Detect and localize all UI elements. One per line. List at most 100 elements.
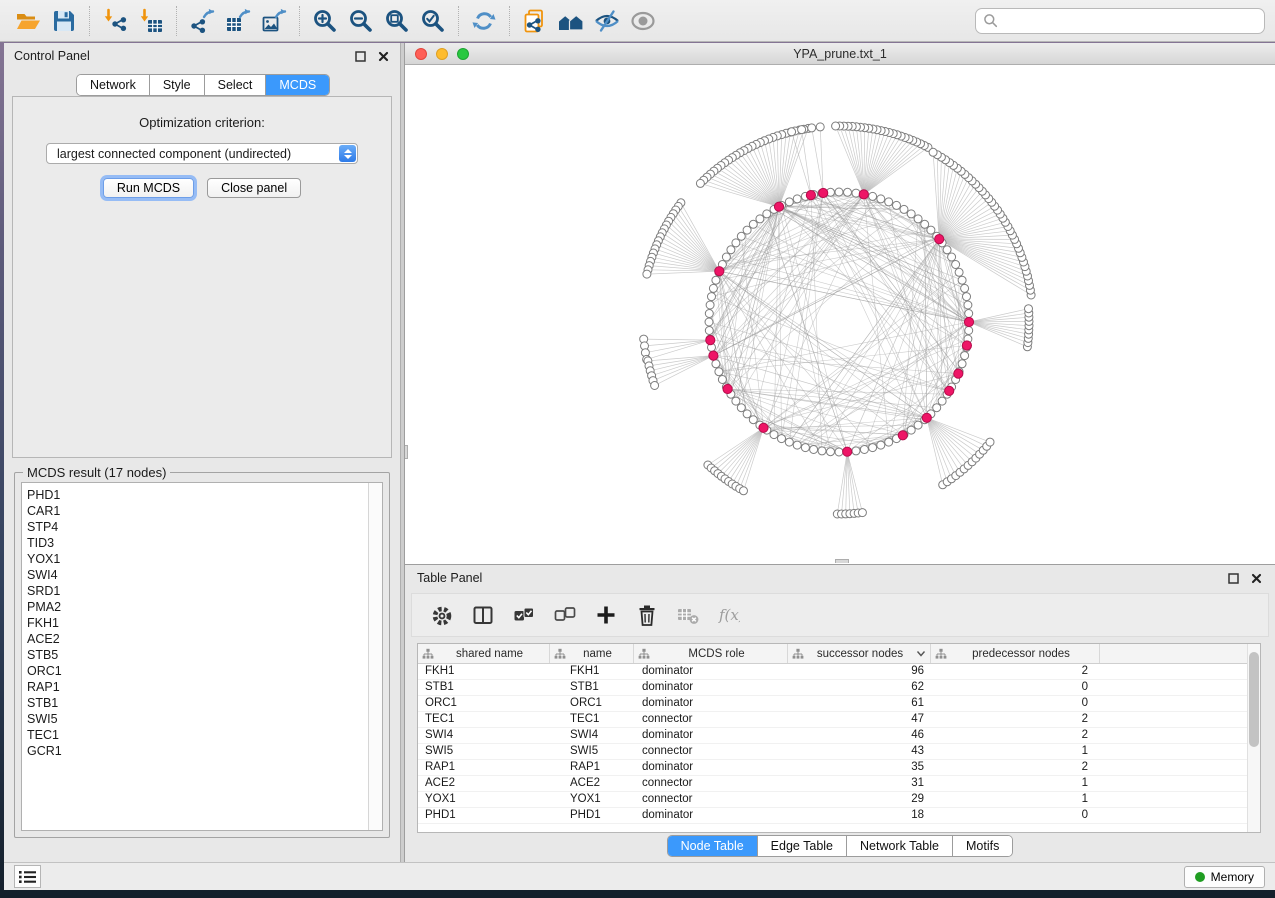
duplicate-network-button[interactable] <box>517 4 553 38</box>
network-node[interactable] <box>798 126 806 134</box>
table-row[interactable]: TEC1TEC1connector472 <box>418 712 1260 728</box>
cell-name[interactable]: ACE2 <box>550 776 634 791</box>
mcds-hub-node[interactable] <box>715 267 724 276</box>
table-row[interactable]: SWI4SWI4dominator462 <box>418 728 1260 744</box>
network-node[interactable] <box>914 215 922 223</box>
close-panel-icon[interactable] <box>376 49 390 63</box>
cell-predecessors[interactable]: 0 <box>931 808 1100 823</box>
mcds-hub-node[interactable] <box>962 341 971 350</box>
network-node[interactable] <box>961 284 969 292</box>
cell-successors[interactable]: 46 <box>788 728 931 743</box>
network-node[interactable] <box>965 310 973 318</box>
cell-name[interactable]: FKH1 <box>550 664 634 679</box>
network-node[interactable] <box>737 404 745 412</box>
cell-name[interactable]: YOX1 <box>550 792 634 807</box>
mcds-hub-node[interactable] <box>806 191 815 200</box>
mcds-result-item[interactable]: ACE2 <box>27 631 367 647</box>
cell-successors[interactable]: 35 <box>788 760 931 775</box>
network-node[interactable] <box>869 192 877 200</box>
network-node[interactable] <box>712 360 720 368</box>
mcds-result-item[interactable]: STP4 <box>27 519 367 535</box>
zoom-out-button[interactable] <box>343 4 379 38</box>
mcds-hub-node[interactable] <box>945 386 954 395</box>
mcds-hub-node[interactable] <box>723 384 732 393</box>
cell-shared_name[interactable]: PHD1 <box>418 808 550 823</box>
network-node[interactable] <box>835 448 843 456</box>
mcds-result-item[interactable]: SWI5 <box>27 711 367 727</box>
column-header-name[interactable]: name <box>550 644 634 663</box>
mcds-hub-node[interactable] <box>935 235 944 244</box>
network-node[interactable] <box>743 226 751 234</box>
cell-predecessors[interactable]: 2 <box>931 728 1100 743</box>
horizontal-splitter-handle[interactable] <box>835 559 849 563</box>
cell-role[interactable]: dominator <box>634 664 788 679</box>
network-node[interactable] <box>705 318 713 326</box>
network-node[interactable] <box>749 416 757 424</box>
network-node[interactable] <box>740 487 748 495</box>
cell-name[interactable]: ORC1 <box>550 696 634 711</box>
network-node[interactable] <box>778 435 786 443</box>
network-node[interactable] <box>801 444 809 452</box>
network-node[interactable] <box>835 188 843 196</box>
network-node[interactable] <box>877 441 885 449</box>
table-settings-button[interactable] <box>426 598 458 632</box>
float-panel-icon[interactable] <box>353 49 367 63</box>
run-mcds-button[interactable]: Run MCDS <box>103 178 194 198</box>
network-node[interactable] <box>948 253 956 261</box>
network-node[interactable] <box>756 215 764 223</box>
cell-predecessors[interactable]: 0 <box>931 680 1100 695</box>
cell-name[interactable]: SWI5 <box>550 744 634 759</box>
table-scrollbar[interactable] <box>1247 644 1260 832</box>
tab-network[interactable]: Network <box>77 75 150 95</box>
network-node[interactable] <box>1025 305 1033 313</box>
mcds-result-item[interactable]: GCR1 <box>27 743 367 759</box>
export-network-button[interactable] <box>184 4 220 38</box>
network-node[interactable] <box>885 438 893 446</box>
network-node[interactable] <box>852 447 860 455</box>
cell-successors[interactable]: 96 <box>788 664 931 679</box>
cell-predecessors[interactable]: 0 <box>931 696 1100 711</box>
mcds-result-item[interactable]: TID3 <box>27 535 367 551</box>
network-node[interactable] <box>651 382 659 390</box>
hide-graphics-details-button[interactable] <box>589 4 625 38</box>
network-node[interactable] <box>785 438 793 446</box>
tab-node-table[interactable]: Node Table <box>668 836 758 856</box>
export-table-button[interactable] <box>220 4 256 38</box>
mcds-result-item[interactable]: ORC1 <box>27 663 367 679</box>
select-all-button[interactable] <box>508 598 540 632</box>
cell-successors[interactable]: 43 <box>788 744 931 759</box>
cell-name[interactable]: TEC1 <box>550 712 634 727</box>
network-node[interactable] <box>907 210 915 218</box>
minimize-window-icon[interactable] <box>436 48 448 60</box>
network-node[interactable] <box>844 188 852 196</box>
search-input[interactable] <box>1003 11 1257 31</box>
search-box[interactable] <box>975 8 1265 34</box>
network-node[interactable] <box>858 509 866 517</box>
network-node[interactable] <box>793 441 801 449</box>
cell-role[interactable]: dominator <box>634 696 788 711</box>
cell-shared_name[interactable]: SWI4 <box>418 728 550 743</box>
mcds-hub-node[interactable] <box>922 413 931 422</box>
table-row[interactable]: ORC1ORC1dominator610 <box>418 696 1260 712</box>
cell-successors[interactable]: 29 <box>788 792 931 807</box>
cell-shared_name[interactable]: SWI5 <box>418 744 550 759</box>
network-node[interactable] <box>816 123 824 131</box>
float-table-panel-icon[interactable] <box>1226 571 1240 585</box>
close-panel-button[interactable]: Close panel <box>207 178 301 198</box>
table-row[interactable]: STB1STB1dominator620 <box>418 680 1260 696</box>
cell-role[interactable]: connector <box>634 744 788 759</box>
table-scrollbar-thumb[interactable] <box>1249 652 1259 747</box>
network-node[interactable] <box>869 444 877 452</box>
cell-role[interactable]: dominator <box>634 728 788 743</box>
network-node[interactable] <box>732 397 740 405</box>
mcds-result-item[interactable]: PMA2 <box>27 599 367 615</box>
network-node[interactable] <box>832 122 840 130</box>
mcds-result-item[interactable]: CAR1 <box>27 503 367 519</box>
cell-shared_name[interactable]: TEC1 <box>418 712 550 727</box>
network-node[interactable] <box>955 268 963 276</box>
column-header-role[interactable]: MCDS role <box>634 644 788 663</box>
cell-predecessors[interactable]: 1 <box>931 792 1100 807</box>
cell-role[interactable]: dominator <box>634 760 788 775</box>
cell-predecessors[interactable]: 2 <box>931 760 1100 775</box>
table-row[interactable]: SWI5SWI5connector431 <box>418 744 1260 760</box>
